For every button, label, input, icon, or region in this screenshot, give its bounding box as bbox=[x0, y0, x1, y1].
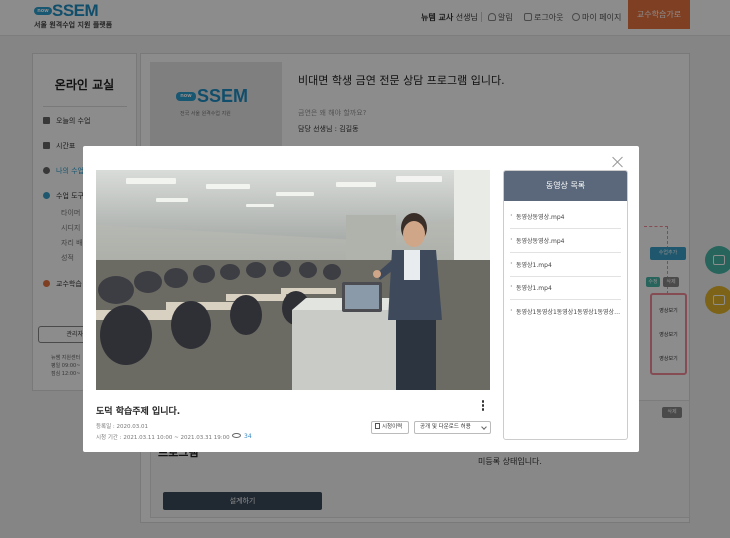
video-title: 도덕 학습주제 입니다. bbox=[96, 407, 181, 417]
video-list-item[interactable]: 동영상동영상.mp4 bbox=[510, 236, 621, 245]
view-history-button[interactable]: 시청이력 bbox=[371, 421, 409, 434]
viewing-period: 시청 기간 : 2021.03.11 10:00 ~ 2021.03.31 19… bbox=[96, 435, 230, 441]
view-count: 34 bbox=[232, 433, 252, 440]
classroom-photo bbox=[96, 170, 490, 390]
video-list-item[interactable]: 동영상1.mp4 bbox=[510, 283, 621, 292]
view-history-label: 시청이력 bbox=[382, 424, 403, 430]
document-icon bbox=[375, 423, 380, 429]
eye-icon bbox=[232, 433, 241, 438]
view-count-value: 34 bbox=[244, 433, 252, 440]
more-options-icon[interactable] bbox=[481, 400, 485, 412]
list-divider bbox=[510, 252, 621, 253]
video-list-item[interactable]: 동영상1동영상1동영상1동영상1동영상1.mp4 bbox=[510, 307, 621, 316]
registered-date: 등록일 : 2020.03.01 bbox=[96, 424, 149, 430]
list-divider bbox=[510, 276, 621, 277]
video-list-item[interactable]: 동영상1.mp4 bbox=[510, 260, 621, 269]
video-list-item[interactable]: 동영상동영상.mp4 bbox=[510, 212, 621, 221]
video-list-title: 동영상 목록 bbox=[504, 171, 627, 201]
chevron-down-icon bbox=[481, 424, 487, 430]
video-list-panel: 동영상 목록 동영상동영상.mp4 동영상동영상.mp4 동영상1.mp4 동영… bbox=[503, 170, 628, 440]
video-player[interactable] bbox=[96, 170, 490, 390]
share-permission-value: 공개 및 다운로드 허용 bbox=[420, 424, 471, 430]
close-icon[interactable] bbox=[611, 155, 625, 169]
share-permission-select[interactable]: 공개 및 다운로드 허용 bbox=[414, 421, 491, 434]
list-divider bbox=[510, 299, 621, 300]
video-modal: 도덕 학습주제 입니다. 등록일 : 2020.03.01 시청 기간 : 20… bbox=[83, 146, 639, 452]
list-divider bbox=[510, 228, 621, 229]
